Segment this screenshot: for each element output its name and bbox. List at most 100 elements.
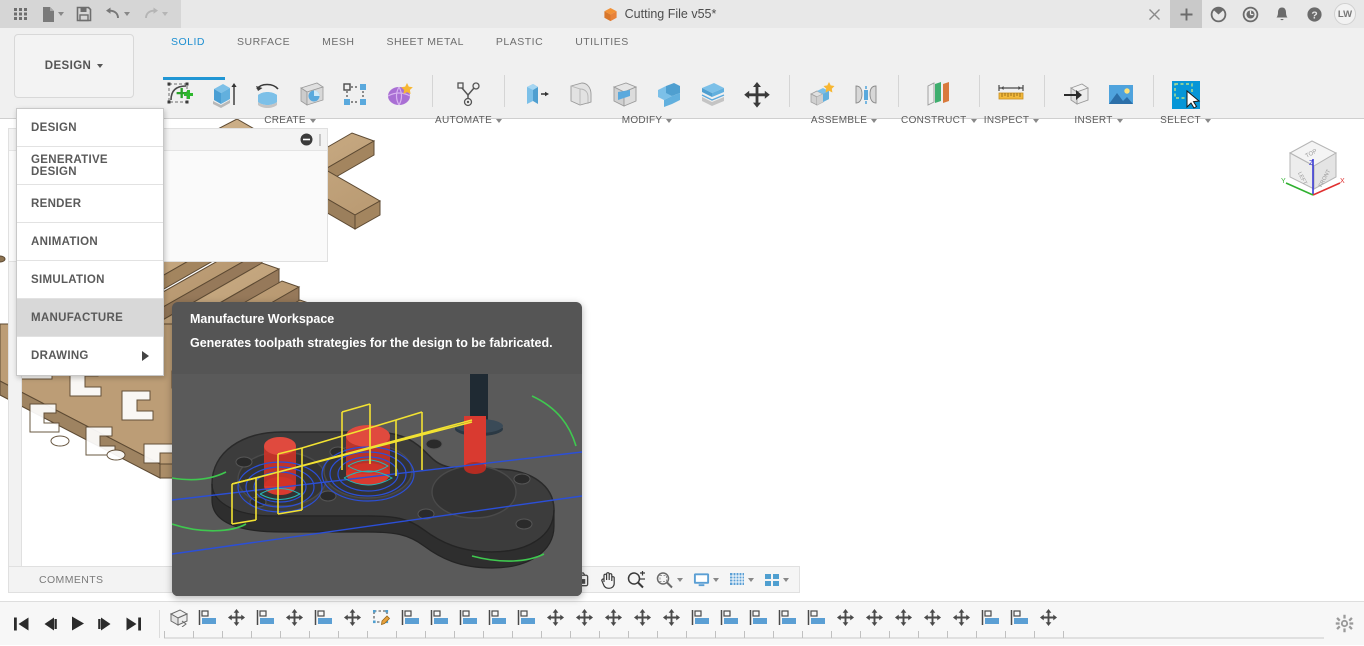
save-button[interactable] — [71, 2, 97, 26]
workspace-menu-item-render[interactable]: RENDER — [17, 185, 163, 223]
select-window-icon[interactable] — [1166, 75, 1206, 115]
tab-surface[interactable]: SURFACE — [221, 32, 306, 53]
combine-icon[interactable] — [649, 75, 689, 115]
timeline-node-sketch-icon[interactable] — [802, 603, 831, 633]
timeline-node-move-icon[interactable] — [889, 603, 918, 633]
panel-label-insert[interactable]: INSERT — [1074, 115, 1122, 126]
canvas-image-icon[interactable] — [1101, 75, 1141, 115]
notifications-icon[interactable] — [1266, 0, 1298, 28]
timeline-node-move-icon[interactable] — [541, 603, 570, 633]
undo-button[interactable] — [99, 2, 135, 26]
tab-plastic[interactable]: PLASTIC — [480, 32, 559, 53]
timeline-node-sketch-icon[interactable] — [251, 603, 280, 633]
go-to-start-icon[interactable] — [13, 616, 30, 632]
timeline-node-component-icon[interactable] — [164, 603, 193, 633]
timeline-node-move-icon[interactable] — [222, 603, 251, 633]
move-copy-icon[interactable] — [737, 75, 777, 115]
workspace-menu-item-generative-design[interactable]: GENERATIVE DESIGN — [17, 147, 163, 185]
panel-label-modify[interactable]: MODIFY — [622, 115, 673, 126]
avatar[interactable]: LW — [1334, 3, 1356, 25]
joint-icon[interactable] — [846, 75, 886, 115]
timeline-node-sketch-icon[interactable] — [686, 603, 715, 633]
timeline-node-sketch-icon[interactable] — [744, 603, 773, 633]
pattern-icon[interactable] — [336, 75, 376, 115]
automate-icon[interactable] — [449, 75, 489, 115]
timeline-node-move-icon[interactable] — [831, 603, 860, 633]
timeline-node-move-icon[interactable] — [338, 603, 367, 633]
play-icon[interactable] — [69, 615, 86, 632]
data-panel-icon[interactable] — [1202, 0, 1234, 28]
timeline-node-move-icon[interactable] — [1034, 603, 1063, 633]
timeline-node-sketch-icon[interactable] — [454, 603, 483, 633]
new-tab-icon[interactable] — [1170, 0, 1202, 28]
split-face-icon[interactable] — [693, 75, 733, 115]
zoom-icon[interactable] — [623, 569, 649, 591]
sweep-icon[interactable] — [292, 75, 332, 115]
viewports-icon[interactable] — [760, 569, 792, 590]
press-pull-icon[interactable] — [517, 75, 557, 115]
grid-snaps-icon[interactable] — [725, 569, 757, 590]
workspace-switcher-button[interactable]: DESIGN — [14, 34, 134, 98]
timeline-node-move-icon[interactable] — [570, 603, 599, 633]
timeline-node-move-icon[interactable] — [947, 603, 976, 633]
app-grid-button[interactable] — [8, 2, 34, 26]
extrude-icon[interactable] — [204, 75, 244, 115]
fit-icon[interactable] — [652, 569, 686, 591]
comments-bar[interactable]: COMMENTS — [8, 566, 180, 593]
workspace-menu-item-animation[interactable]: ANIMATION — [17, 223, 163, 261]
timeline-track[interactable] — [164, 602, 1324, 646]
timeline-node-sketch-icon[interactable] — [396, 603, 425, 633]
workspace-menu-item-simulation[interactable]: SIMULATION — [17, 261, 163, 299]
timeline-node-move-icon[interactable] — [628, 603, 657, 633]
browser-minus-icon[interactable] — [300, 133, 313, 146]
timeline-node-sketch-icon[interactable] — [483, 603, 512, 633]
step-forward-icon[interactable] — [97, 616, 114, 632]
redo-button[interactable] — [137, 2, 173, 26]
timeline-node-sketch-icon[interactable] — [773, 603, 802, 633]
timeline-node-move-icon[interactable] — [918, 603, 947, 633]
panel-label-inspect[interactable]: INSPECT — [984, 115, 1039, 126]
close-tab-icon[interactable] — [1138, 0, 1170, 28]
viewcube[interactable]: TOP LEFT FRONT Z X Y — [1276, 133, 1346, 203]
timeline-node-sketch-icon[interactable] — [1005, 603, 1034, 633]
fillet-icon[interactable] — [561, 75, 601, 115]
pan-hand-icon[interactable] — [596, 568, 620, 591]
panel-label-automate[interactable]: AUTOMATE — [435, 115, 502, 126]
tab-sheet-metal[interactable]: SHEET METAL — [370, 32, 479, 53]
panel-label-create[interactable]: CREATE — [264, 115, 316, 126]
timeline-node-move-icon[interactable] — [280, 603, 309, 633]
workspace-dropdown-menu[interactable]: DESIGN GENERATIVE DESIGN RENDER ANIMATIO… — [16, 108, 164, 376]
timeline-node-sketch-icon[interactable] — [715, 603, 744, 633]
insert-derive-icon[interactable] — [1057, 75, 1097, 115]
revolve-icon[interactable] — [248, 75, 288, 115]
panel-label-assemble[interactable]: ASSEMBLE — [811, 115, 877, 126]
tab-solid[interactable]: SOLID — [155, 32, 221, 53]
shell-icon[interactable] — [605, 75, 645, 115]
measure-ruler-icon[interactable] — [992, 75, 1032, 115]
go-to-end-icon[interactable] — [125, 616, 142, 632]
timeline-node-move-icon[interactable] — [657, 603, 686, 633]
workspace-menu-item-design[interactable]: DESIGN — [17, 109, 163, 147]
panel-label-construct[interactable]: CONSTRUCT — [901, 115, 976, 126]
step-back-icon[interactable] — [41, 616, 58, 632]
timeline-node-sketch-icon[interactable] — [425, 603, 454, 633]
timeline-node-move-icon[interactable] — [599, 603, 628, 633]
offset-plane-icon[interactable] — [919, 75, 959, 115]
timeline-node-move-icon[interactable] — [860, 603, 889, 633]
timeline-node-sketch-edit-icon[interactable] — [367, 603, 396, 633]
workspace-menu-item-drawing[interactable]: DRAWING — [17, 337, 163, 375]
form-icon[interactable] — [380, 75, 420, 115]
new-file-button[interactable] — [36, 2, 69, 26]
new-component-icon[interactable] — [802, 75, 842, 115]
workspace-menu-item-manufacture[interactable]: MANUFACTURE — [17, 299, 163, 337]
tab-utilities[interactable]: UTILITIES — [559, 32, 645, 53]
browser-resize-grip-icon[interactable] — [317, 133, 323, 147]
timeline-settings-gear-icon[interactable] — [1324, 614, 1364, 633]
display-settings-icon[interactable] — [689, 569, 722, 590]
timeline-node-sketch-icon[interactable] — [193, 603, 222, 633]
timeline-node-sketch-icon[interactable] — [976, 603, 1005, 633]
job-status-icon[interactable] — [1234, 0, 1266, 28]
timeline-node-sketch-icon[interactable] — [309, 603, 338, 633]
help-icon[interactable]: ? — [1298, 0, 1330, 28]
panel-label-select[interactable]: SELECT — [1160, 115, 1211, 126]
